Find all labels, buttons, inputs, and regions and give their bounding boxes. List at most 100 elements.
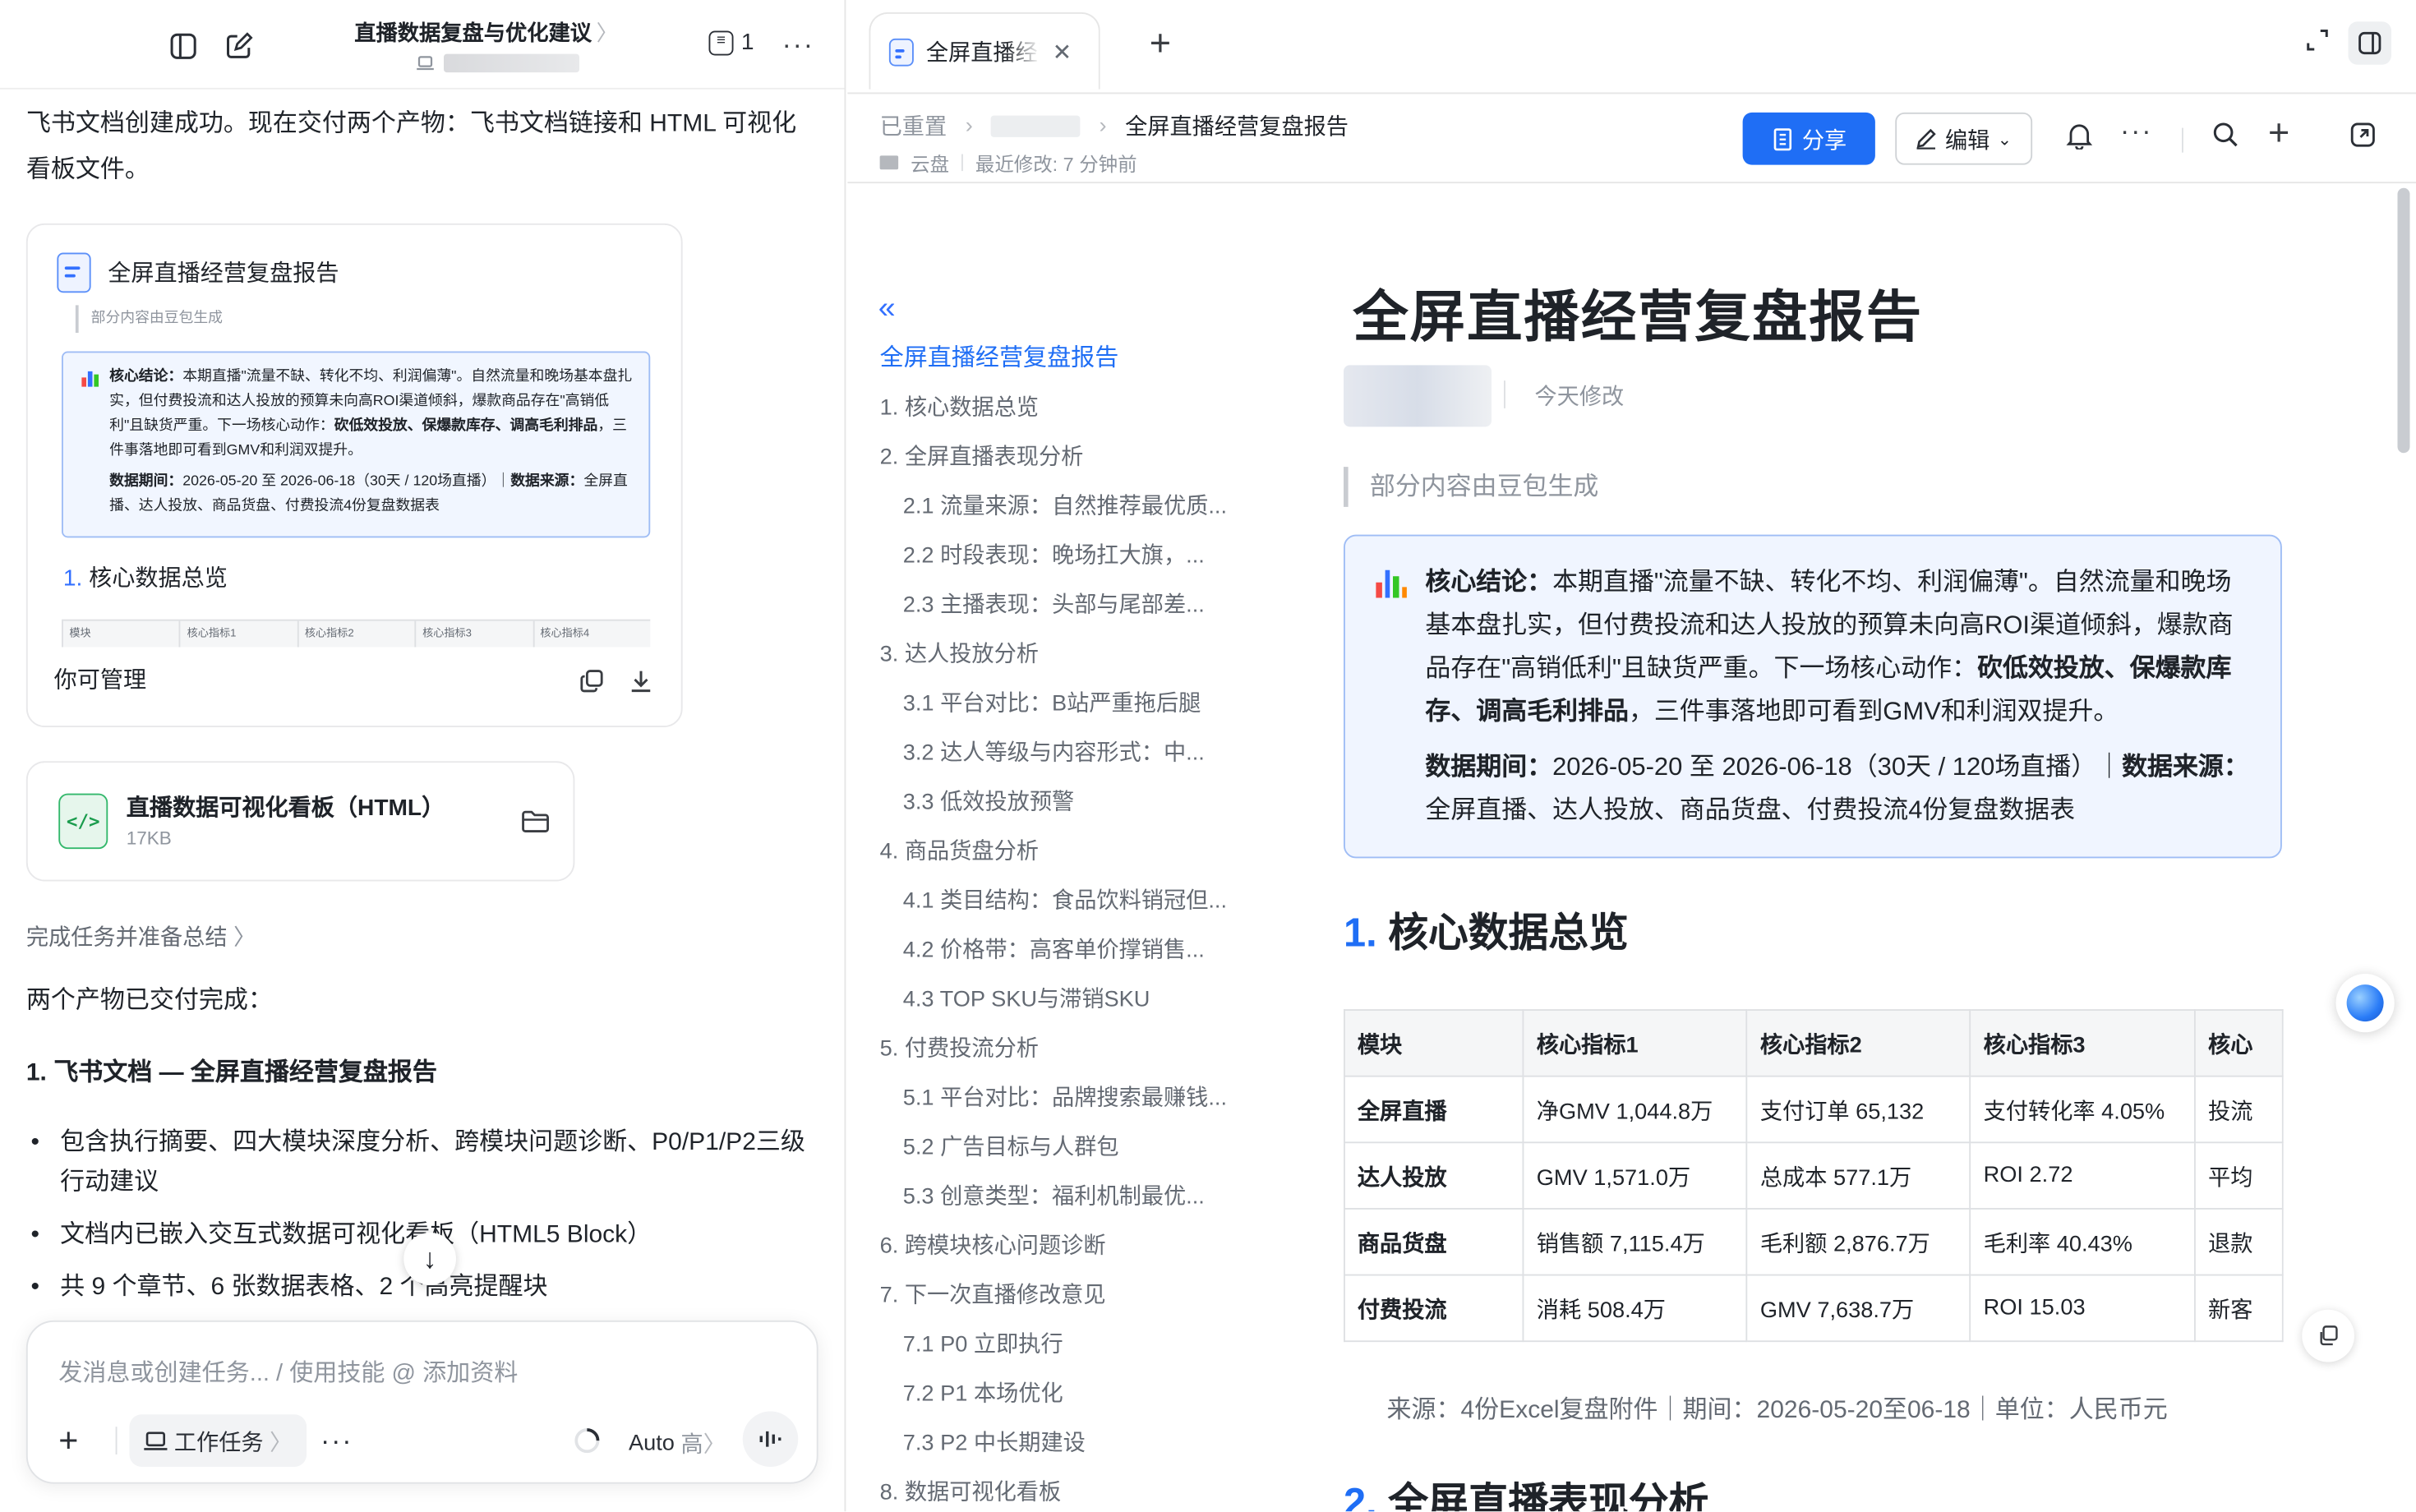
outline-item[interactable]: 7.1 P0 立即执行: [880, 1321, 1266, 1370]
collapse-outline-icon[interactable]: «: [878, 291, 896, 326]
more-options-icon[interactable]: ···: [320, 1425, 353, 1457]
outline-item[interactable]: 2.2 时段表现：晚场扛大旗，...: [880, 532, 1266, 581]
outline-item[interactable]: 2. 全屏直播表现分析: [880, 433, 1266, 482]
outline-item[interactable]: 4. 商品货盘分析: [880, 827, 1266, 877]
outline-item[interactable]: 3.3 低效投放预警: [880, 778, 1266, 827]
outline-item[interactable]: 4.1 类目结构：食品饮料销冠但...: [880, 877, 1266, 926]
more-icon[interactable]: ···: [780, 26, 817, 63]
notification-bell-icon[interactable]: [2066, 122, 2093, 157]
outline-item[interactable]: 3. 达人投放分析: [880, 630, 1266, 680]
copy-icon: [2320, 1325, 2338, 1346]
outline-item[interactable]: 5. 付费投流分析: [880, 1025, 1266, 1074]
outline-item[interactable]: 5.2 广告目标与人群包: [880, 1123, 1266, 1173]
table-cell: ROI 2.72: [1969, 1141, 2197, 1210]
edit-mode-button[interactable]: 编辑 ⌄: [1895, 112, 2033, 165]
outline-item[interactable]: 7.3 P2 中长期建设: [880, 1419, 1266, 1468]
breadcrumb-root[interactable]: 已重置: [880, 109, 947, 141]
voice-input-button[interactable]: [742, 1411, 799, 1467]
overview-table[interactable]: 模块 核心指标1 核心指标2 核心指标3 核心 全屏直播 净GMV 1,044.…: [1344, 1009, 2284, 1343]
new-chat-icon[interactable]: [222, 30, 256, 63]
open-external-icon[interactable]: [2349, 122, 2376, 155]
assistant-float-button[interactable]: [2335, 974, 2395, 1033]
open-folder-icon[interactable]: [518, 806, 551, 837]
outline-item[interactable]: 2.1 流量来源：自然推荐最优质...: [880, 482, 1266, 532]
outline-item[interactable]: 6. 跨模块核心问题诊断: [880, 1222, 1266, 1271]
table-cell: GMV 1,571.0万: [1522, 1141, 1748, 1210]
work-task-chip[interactable]: 工作任务〉: [129, 1414, 307, 1467]
preview-quote: 部分内容由豆包生成: [75, 305, 223, 333]
panel-layout-icon[interactable]: [2348, 21, 2391, 65]
outline-item[interactable]: 4.2 价格带：高客单价撑销售...: [880, 926, 1266, 975]
outline-item[interactable]: 7. 下一次直播修改意见: [880, 1271, 1266, 1321]
table-header-cell: 核心: [2194, 1009, 2284, 1077]
sidebar-toggle-icon[interactable]: [167, 30, 201, 63]
message-composer[interactable]: 发消息或创建任务... / 使用技能 @ 添加资料 + 工作任务〉 ··· Au…: [25, 1320, 818, 1484]
author-avatar[interactable]: [1344, 365, 1492, 427]
outline-item[interactable]: 8. 数据可视化看板: [880, 1468, 1266, 1512]
document-icon: [57, 252, 91, 293]
blurred-folder[interactable]: [991, 114, 1081, 136]
document-title[interactable]: 全屏直播经营复盘报告: [1353, 273, 1923, 353]
file-card-size: 17KB: [126, 827, 172, 850]
conclusion-callout[interactable]: 核心结论：本期直播"流量不缺、转化不均、利润偏薄"。自然流量和晚场基本盘扎实，但…: [1344, 534, 2282, 859]
table-cell: 毛利额 2,876.7万: [1745, 1208, 1971, 1276]
outline-item[interactable]: 7.2 P1 本场优化: [880, 1370, 1266, 1419]
comment-count: 1: [740, 29, 754, 56]
html-file-card[interactable]: </> 直播数据可视化看板（HTML） 17KB: [25, 761, 575, 882]
table-cell: 全屏直播: [1344, 1075, 1524, 1144]
comment-count-button[interactable]: ≡ 1: [708, 29, 754, 56]
new-tab-icon[interactable]: +: [1150, 23, 1171, 67]
outline-item[interactable]: 5.3 创意类型：福利机制最优...: [880, 1173, 1266, 1222]
table-cell: 支付订单 65,132: [1745, 1075, 1971, 1144]
table-cell: 退款: [2194, 1208, 2284, 1276]
table-header-cell: 核心指标1: [1522, 1009, 1748, 1077]
table-header-row: 模块 核心指标1 核心指标2 核心指标3 核心: [1344, 1009, 2284, 1077]
assistant-orb-icon: [2346, 984, 2384, 1022]
building-icon: [1773, 127, 1791, 150]
doc-result-card[interactable]: 全屏直播经营复盘报告 部分内容由豆包生成 核心结论：本期直播"流量不缺、转化不均…: [25, 223, 683, 727]
table-source-note: 来源：4份Excel复盘附件｜期间：2026-05-20至06-18｜单位：人民…: [1386, 1397, 2168, 1424]
table-cell: 支付转化率 4.05%: [1969, 1075, 2197, 1144]
chat-title[interactable]: 直播数据复盘与优化建议〉: [354, 17, 618, 48]
pencil-icon: [1917, 128, 1937, 150]
outline-item[interactable]: 2.3 主播表现：头部与尾部差...: [880, 581, 1266, 630]
model-mode-selector[interactable]: Auto 高〉: [629, 1427, 726, 1459]
bar-chart-icon: [1376, 569, 1407, 598]
search-icon[interactable]: [2213, 122, 2239, 155]
scrollbar[interactable]: [2397, 187, 2410, 454]
table-cell: 投流: [2194, 1075, 2284, 1144]
laptop-icon: [144, 1431, 168, 1450]
table-cell: 达人投放: [1344, 1141, 1524, 1210]
outline-item[interactable]: 4.3 TOP SKU与滞销SKU: [880, 975, 1266, 1025]
chevron-down-icon: ⌄: [1997, 130, 2013, 149]
outline-item[interactable]: 3.1 平台对比：B站严重拖后腿: [880, 680, 1266, 729]
add-attachment-icon[interactable]: +: [58, 1421, 78, 1461]
copy-icon[interactable]: [576, 666, 607, 697]
outline-item[interactable]: 3.2 达人等级与内容形式：中...: [880, 729, 1266, 778]
table-header-cell: 核心指标3: [1969, 1009, 2197, 1077]
table-header-cell: 核心指标2: [1745, 1009, 1971, 1077]
tab-document[interactable]: 全屏直播经营复盘报告 ✕: [869, 12, 1100, 90]
voice-wave-icon: [759, 1431, 782, 1447]
file-card-title: 直播数据可视化看板（HTML）: [126, 795, 445, 822]
close-tab-icon[interactable]: ✕: [1053, 38, 1072, 66]
task-summary-link[interactable]: 完成任务并准备总结 〉: [26, 920, 256, 952]
outline-item[interactable]: 5.1 平台对比：品牌搜索最赚钱...: [880, 1074, 1266, 1123]
more-icon[interactable]: ···: [2120, 116, 2152, 148]
doc-meta: 云盘 最近修改: 7 分钟前: [879, 148, 1137, 177]
share-button[interactable]: 分享: [1742, 112, 1875, 165]
document-icon: [888, 37, 914, 66]
chat-header: 直播数据复盘与优化建议〉 ≡ 1 ···: [0, 0, 845, 90]
outline-item[interactable]: 全屏直播经营复盘报告: [880, 334, 1266, 384]
insert-plus-icon[interactable]: +: [2268, 113, 2289, 156]
shrink-icon[interactable]: [2305, 28, 2330, 60]
modified-status: 今天修改: [1534, 385, 1625, 410]
composer-placeholder[interactable]: 发消息或创建任务... / 使用技能 @ 添加资料: [58, 1354, 518, 1388]
blurred-path: [444, 53, 579, 73]
scroll-down-button[interactable]: ↓: [403, 1233, 456, 1285]
copy-link-float-button[interactable]: [2302, 1309, 2354, 1362]
table-row: 达人投放 GMV 1,571.0万 总成本 577.1万 ROI 2.72 平均: [1344, 1141, 2284, 1210]
download-icon[interactable]: [625, 666, 657, 697]
table-cell: ROI 15.03: [1969, 1274, 2197, 1343]
outline-item[interactable]: 1. 核心数据总览: [880, 384, 1266, 433]
